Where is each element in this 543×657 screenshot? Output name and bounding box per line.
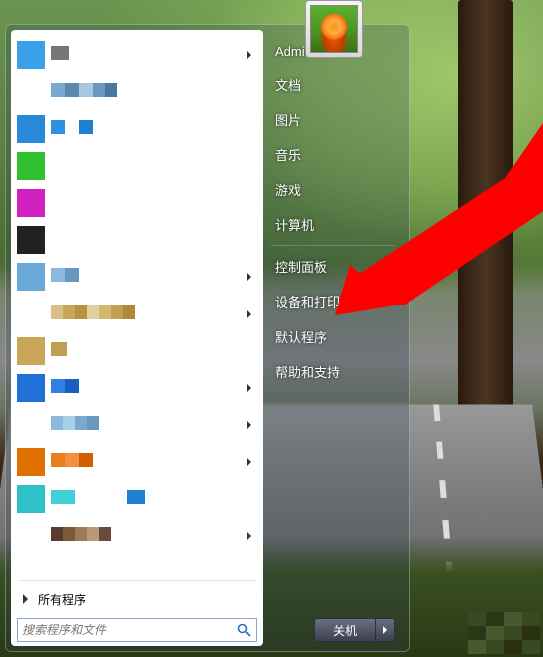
shutdown-split-button[interactable]: 关机 (314, 618, 395, 642)
program-icon (17, 226, 45, 254)
submenu-arrow-icon (247, 384, 251, 392)
start-menu-left-panel: 所有程序 (11, 30, 263, 646)
program-icon (17, 41, 45, 69)
program-icon (17, 337, 45, 365)
all-programs-label: 所有程序 (38, 591, 86, 608)
program-label-censored (51, 231, 257, 249)
right-panel-item[interactable]: 帮助和支持 (263, 354, 403, 389)
separator (19, 580, 255, 581)
program-label-censored (51, 194, 257, 212)
program-label-censored (51, 527, 247, 545)
program-item[interactable] (13, 406, 261, 443)
submenu-arrow-icon (247, 273, 251, 281)
program-item[interactable] (13, 110, 261, 147)
recent-programs-list (13, 36, 261, 577)
program-item[interactable] (13, 443, 261, 480)
submenu-arrow-icon (247, 458, 251, 466)
program-label-censored (51, 46, 247, 64)
program-label-censored (51, 157, 257, 175)
shutdown-label: 关机 (333, 622, 357, 639)
program-item[interactable] (13, 517, 261, 554)
right-panel-item[interactable]: 计算机 (263, 207, 403, 242)
user-avatar-flower-icon (310, 5, 358, 53)
right-panel-item[interactable]: 控制面板 (263, 249, 403, 284)
right-panel-item[interactable]: 音乐 (263, 137, 403, 172)
triangle-right-icon (23, 594, 28, 604)
program-item[interactable] (13, 258, 261, 295)
program-icon (17, 485, 45, 513)
right-panel-item[interactable]: 设备和打印机 (263, 284, 403, 319)
program-label-censored (51, 379, 247, 397)
program-icon (17, 189, 45, 217)
start-menu: 所有程序 Administrator文档图片音乐游戏计算机控制面板设备和打印机默… (5, 24, 410, 652)
start-menu-right-panel: Administrator文档图片音乐游戏计算机控制面板设备和打印机默认程序帮助… (263, 30, 403, 646)
search-input[interactable] (22, 623, 236, 637)
separator (271, 245, 395, 246)
right-panel-item[interactable]: 图片 (263, 102, 403, 137)
program-label-censored (51, 305, 247, 323)
user-picture-frame[interactable] (305, 0, 363, 58)
all-programs-button[interactable]: 所有程序 (13, 584, 261, 614)
program-item[interactable] (13, 147, 261, 184)
program-item[interactable] (13, 221, 261, 258)
submenu-arrow-icon (247, 310, 251, 318)
program-icon (17, 263, 45, 291)
program-item[interactable] (13, 36, 261, 73)
program-icon (17, 448, 45, 476)
right-panel-item[interactable]: 默认程序 (263, 319, 403, 354)
submenu-arrow-icon (247, 421, 251, 429)
program-label-censored (51, 490, 257, 508)
triangle-right-icon (383, 626, 387, 634)
program-label-censored (51, 268, 247, 286)
program-item[interactable] (13, 332, 261, 369)
program-label-censored (51, 416, 247, 434)
program-icon (17, 374, 45, 402)
shutdown-options-button[interactable] (375, 618, 395, 642)
magnifier-icon (236, 622, 252, 638)
program-item[interactable] (13, 480, 261, 517)
program-item[interactable] (13, 295, 261, 332)
shutdown-button[interactable]: 关机 (314, 618, 375, 642)
program-item[interactable] (13, 73, 261, 110)
program-item[interactable] (13, 184, 261, 221)
program-label-censored (51, 83, 257, 101)
right-panel-item[interactable]: 游戏 (263, 172, 403, 207)
program-label-censored (51, 453, 247, 471)
program-label-censored (51, 120, 257, 138)
pixelation-overlay (468, 612, 540, 654)
program-icon (17, 115, 45, 143)
program-label-censored (51, 342, 257, 360)
search-box[interactable] (17, 618, 257, 642)
right-panel-item[interactable]: 文档 (263, 67, 403, 102)
program-icon (17, 152, 45, 180)
program-item[interactable] (13, 369, 261, 406)
submenu-arrow-icon (247, 51, 251, 59)
submenu-arrow-icon (247, 532, 251, 540)
